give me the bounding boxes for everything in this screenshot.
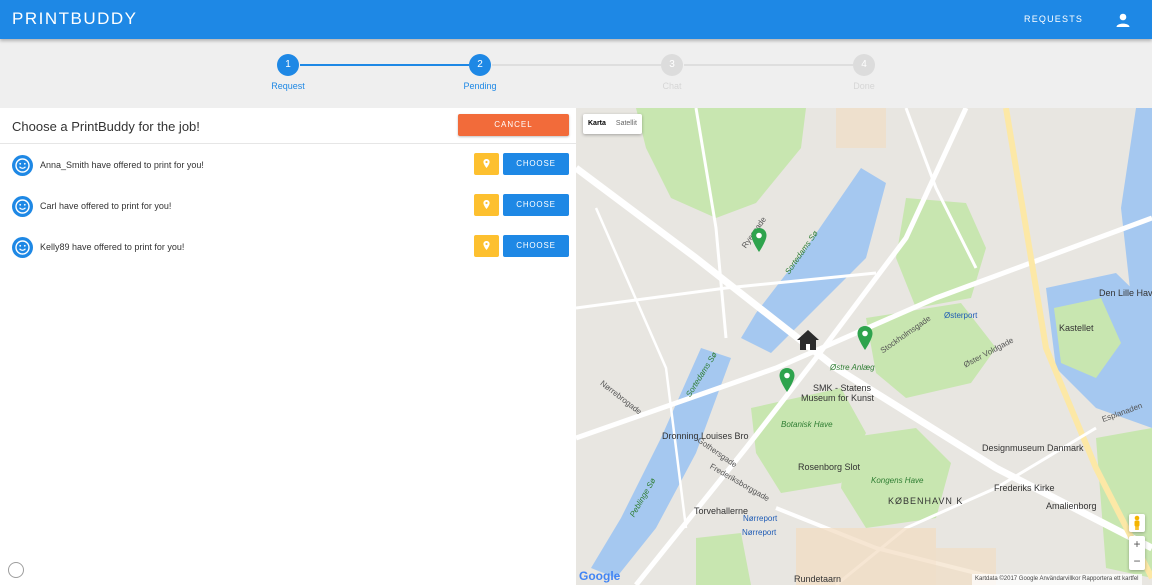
map-label-station: Nørreport [743,514,778,523]
map-label-park: Botanisk Have [781,420,833,429]
street-view-pegman-icon[interactable] [1129,514,1145,532]
map-label-place: Museum for Kunst [801,393,875,403]
map-label-place: Rosenborg Slot [798,462,861,472]
map-label-place: Torvehallerne [694,506,749,516]
offer-text: Kelly89 have offered to print for you! [40,242,185,252]
step-line-3-4 [684,64,853,66]
step-number: 4 [853,54,875,76]
step-number: 2 [469,54,491,76]
support-chat-icon[interactable] [8,562,24,578]
map-type-map-button[interactable]: Karta [583,114,611,134]
printbuddy-map-marker[interactable] [751,228,767,257]
map-label-place: KØBENHAVN K [888,496,964,506]
step-done: 4 Done [834,54,894,91]
map-type-control: Karta Satellit [583,114,642,134]
offer-row-kelly89: Kelly89 have offered to print for you! C… [0,235,576,259]
map-label-place: Dronning Louises Bro [662,431,749,441]
map-label-place: Kastellet [1059,323,1094,333]
map-label-park: Kongens Have [871,476,924,485]
home-icon[interactable] [796,329,820,356]
user-icon[interactable] [1115,12,1131,28]
map-label-station: Østerport [944,311,978,320]
show-on-map-button[interactable] [474,194,499,216]
map-label-park: Østre Anlæg [830,363,875,372]
map-pin-icon [483,241,490,250]
map-label-place: Den Lille Havfru [1099,288,1152,298]
step-request: 1 Request [258,54,318,91]
map-type-satellite-button[interactable]: Satellit [611,114,642,134]
step-label: Pending [463,81,497,91]
zoom-in-button[interactable]: + [1129,536,1145,553]
choose-button[interactable]: CHOOSE [503,153,569,175]
map-view[interactable]: Ryesgade Stockholmsgade Øster Voldgade F… [576,108,1152,585]
step-label: Request [271,81,305,91]
step-label: Chat [662,81,682,91]
step-pending: 2 Pending [450,54,510,91]
map-label-place: Designmuseum Danmark [982,443,1084,453]
zoom-control: + − [1129,536,1145,570]
step-label: Done [853,81,875,91]
step-number: 1 [277,54,299,76]
step-number: 3 [661,54,683,76]
smiley-icon [12,196,33,217]
nav-requests-link[interactable]: REQUESTS [1024,14,1083,24]
map-label-place: Rundetaarn [794,574,842,584]
progress-stepper: 1 Request 2 Pending 3 Chat 4 Done [0,39,1152,108]
zoom-out-button[interactable]: − [1129,553,1145,570]
cancel-button[interactable]: CANCEL [458,114,569,136]
printbuddy-map-marker[interactable] [857,326,873,355]
panel-divider [0,143,576,144]
map-pin-icon [483,159,490,168]
panel-title: Choose a PrintBuddy for the job! [12,119,200,134]
offer-row-carl: Carl have offered to print for you! CHOO… [0,194,576,218]
map-label-place: Frederiks Kirke [994,483,1055,493]
offer-text: Anna_Smith have offered to print for you… [40,160,204,170]
printbuddy-map-marker[interactable] [779,368,795,397]
show-on-map-button[interactable] [474,153,499,175]
step-line-1-2 [300,64,469,66]
offer-row-anna-smith: Anna_Smith have offered to print for you… [0,153,576,177]
map-label-place: SMK - Statens [813,383,872,393]
map-label-station: Nørreport [742,528,777,537]
offer-text: Carl have offered to print for you! [40,201,172,211]
printbuddy-offers-panel: Choose a PrintBuddy for the job! CANCEL … [0,108,576,585]
show-on-map-button[interactable] [474,235,499,257]
choose-button[interactable]: CHOOSE [503,194,569,216]
step-chat: 3 Chat [642,54,702,91]
map-label-place: Amalienborg [1046,501,1097,511]
smiley-icon [12,155,33,176]
smiley-icon [12,237,33,258]
step-line-2-3 [492,64,661,66]
choose-button[interactable]: CHOOSE [503,235,569,257]
google-logo[interactable]: Google [579,569,620,583]
brand-logo[interactable]: PRINTBUDDY [12,9,138,29]
top-app-bar: PRINTBUDDY REQUESTS [0,0,1152,39]
map-attribution[interactable]: Kartdata ©2017 Google Användarvillkor Ra… [972,574,1142,585]
map-pin-icon [483,200,490,209]
